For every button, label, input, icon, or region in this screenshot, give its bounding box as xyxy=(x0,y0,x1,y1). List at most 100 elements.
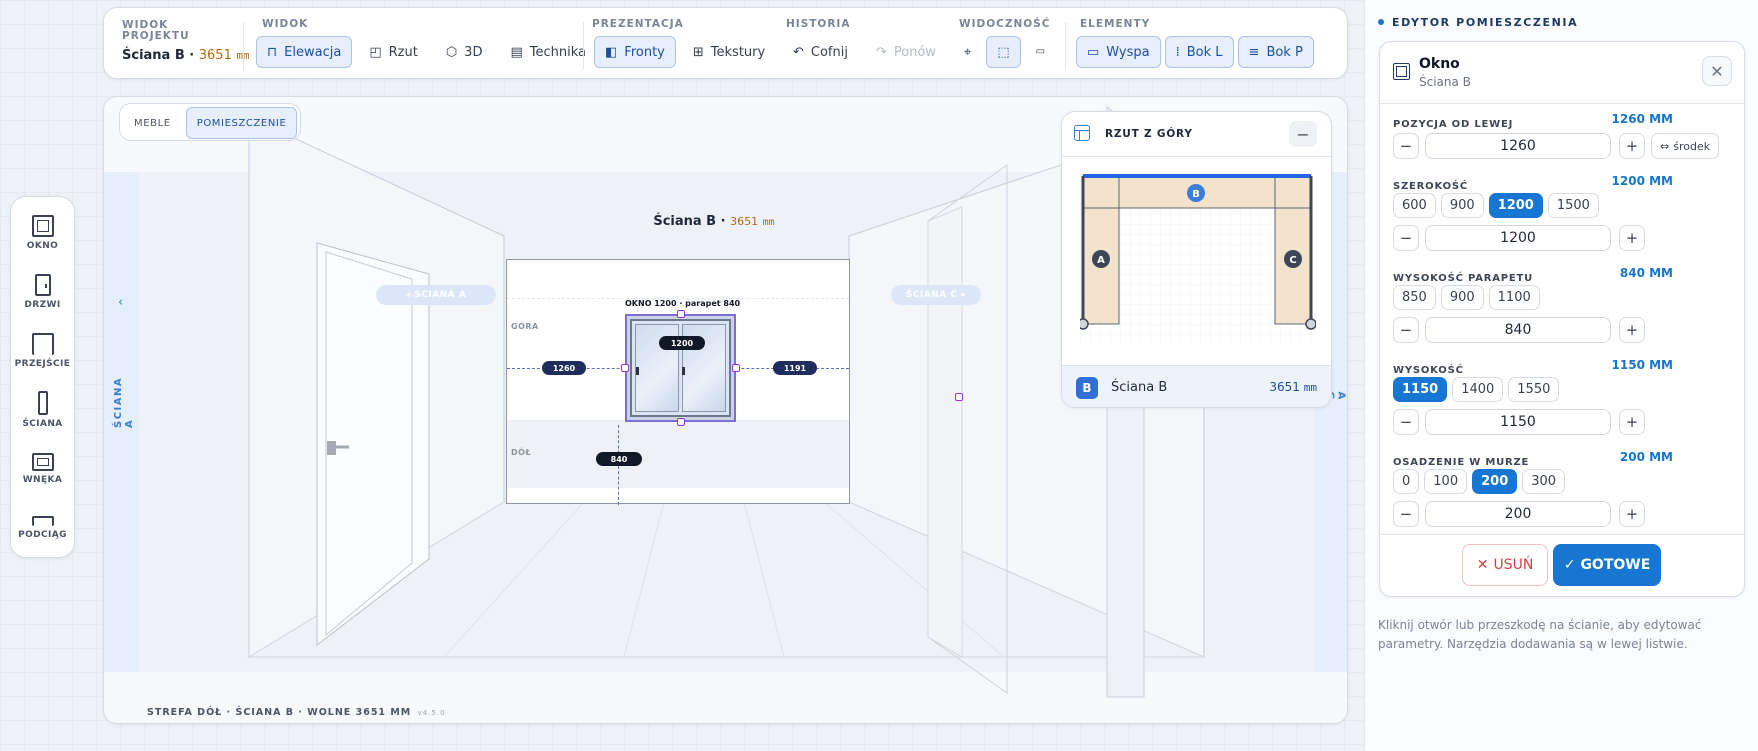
add-bok-p-button[interactable]: ≡ Bok P xyxy=(1237,36,1314,68)
undo-button[interactable]: ↶ Cofnij xyxy=(782,36,859,68)
project-length: 3651 xyxy=(198,48,232,63)
height-preset-1150[interactable]: 1150 xyxy=(1393,377,1448,402)
redo-button[interactable]: ↷ Ponów xyxy=(865,36,947,68)
width-plus-button[interactable]: + xyxy=(1619,225,1645,251)
crosshair-toggle[interactable]: ⌖ xyxy=(955,36,980,68)
depth-minus-button[interactable]: − xyxy=(1393,501,1419,527)
height-preset-1400[interactable]: 1400 xyxy=(1452,377,1504,402)
editor-panel: EDYTOR POMIESZCZENIA Okno Ściana B ✕ POZ… xyxy=(1364,0,1758,751)
field-position: POZYCJA OD LEWEJ 1260 MM xyxy=(1393,112,1673,130)
view-group: ⊓ Elewacja ◰ Rzut ⬡ 3D ▤ Technika xyxy=(256,36,597,68)
add-wall-tool[interactable]: ŚCIANA xyxy=(11,380,74,439)
add-niche-tool[interactable]: WNĘKA xyxy=(11,439,74,498)
labels-toggle[interactable]: ▭ xyxy=(1027,36,1054,68)
stray-handle[interactable] xyxy=(955,393,963,401)
nav-wall-c-button[interactable]: ŚCIANA C ▸ xyxy=(891,285,981,305)
width-input[interactable]: 1200 xyxy=(1425,225,1611,251)
sill-plus-button[interactable]: + xyxy=(1619,317,1645,343)
add-passage-tool[interactable]: PRZEJŚCIE xyxy=(11,321,74,380)
close-icon: ✕ xyxy=(1476,557,1489,573)
sill-minus-button[interactable]: − xyxy=(1393,317,1419,343)
minimap-wall-c[interactable]: C xyxy=(1289,255,1296,266)
view-3d-button[interactable]: ⬡ 3D xyxy=(435,36,494,68)
prev-wall-chevron[interactable]: ‹ xyxy=(118,295,123,310)
center-button[interactable]: ⇔ środek xyxy=(1651,133,1720,159)
section-dot-icon xyxy=(1378,19,1384,25)
height-preset-1550[interactable]: 1550 xyxy=(1508,377,1560,402)
sill-preset-1100[interactable]: 1100 xyxy=(1488,285,1540,310)
width-preset-1200[interactable]: 1200 xyxy=(1488,193,1543,218)
widok-title: WIDOK xyxy=(262,18,309,30)
height-input[interactable]: 1150 xyxy=(1425,409,1611,435)
window-label: OKNO 1200 · parapet 840 xyxy=(625,299,741,308)
width-preset-900[interactable]: 900 xyxy=(1440,193,1484,218)
minimap-plan[interactable]: B A C xyxy=(1080,174,1316,344)
history-group: ↶ Cofnij ↷ Ponów xyxy=(782,36,947,68)
add-bok-l-button[interactable]: ⁞ Bok L xyxy=(1164,36,1234,68)
resize-handle-bottom[interactable] xyxy=(677,418,685,426)
nav-wall-a-button[interactable]: ◂ ŚCIANA A xyxy=(376,285,496,305)
minimap-panel: RZUT Z GÓRY − B A C B Ściana B 3651 mm xyxy=(1061,111,1332,408)
grid-toggle[interactable]: ⬚ xyxy=(986,36,1021,68)
depth-preset-100[interactable]: 100 xyxy=(1424,469,1468,494)
mode-meble-button[interactable]: MEBLE xyxy=(123,107,182,139)
add-beam-tool[interactable]: PODCIĄG xyxy=(11,498,74,557)
tekstury-button[interactable]: ⊞ Tekstury xyxy=(682,36,776,68)
redo-icon: ↷ xyxy=(875,44,887,60)
editor-card: Okno Ściana B ✕ POZYCJA OD LEWEJ 1260 MM … xyxy=(1379,41,1745,597)
sill-input[interactable]: 840 xyxy=(1425,317,1611,343)
depth-preset-200[interactable]: 200 xyxy=(1472,469,1518,494)
sill-preset-900[interactable]: 900 xyxy=(1440,285,1484,310)
selected-wall-name: Ściana B xyxy=(1111,380,1168,395)
resize-handle-left[interactable] xyxy=(621,364,629,372)
divider xyxy=(1380,103,1744,104)
minimap-wall-b[interactable]: B xyxy=(1192,189,1200,200)
depth-plus-button[interactable]: + xyxy=(1619,501,1645,527)
editor-hint: Kliknij otwór lub przeszkodę na ścianie,… xyxy=(1378,618,1702,651)
position-input[interactable]: 1260 xyxy=(1425,133,1611,159)
position-minus-button[interactable]: − xyxy=(1393,133,1419,159)
fronty-button[interactable]: ◧ Fronty xyxy=(594,36,676,68)
minimap-collapse-button[interactable]: − xyxy=(1289,121,1317,147)
close-editor-button[interactable]: ✕ xyxy=(1702,56,1732,86)
window-opening[interactable] xyxy=(625,314,736,422)
resize-handle-right[interactable] xyxy=(732,364,740,372)
presentation-group: ◧ Fronty ⊞ Tekstury xyxy=(594,36,776,68)
document-icon: ▤ xyxy=(510,44,523,60)
cube-icon: ⬡ xyxy=(445,44,458,60)
check-icon: ✓ xyxy=(1563,557,1576,573)
height-presets: 1150 1400 1550 xyxy=(1393,377,1564,402)
resize-handle-top[interactable] xyxy=(677,310,685,318)
side-label-left[interactable]: ŚCIANA A xyxy=(113,368,135,428)
add-door-tool[interactable]: DRZWI xyxy=(11,262,74,321)
width-minus-button[interactable]: − xyxy=(1393,225,1419,251)
width-preset-1500[interactable]: 1500 xyxy=(1547,193,1599,218)
add-window-tool[interactable]: OKNO xyxy=(11,203,74,262)
depth-input[interactable]: 200 xyxy=(1425,501,1611,527)
height-minus-button[interactable]: − xyxy=(1393,409,1419,435)
height-plus-button[interactable]: + xyxy=(1619,409,1645,435)
divider xyxy=(1065,22,1066,70)
width-preset-600[interactable]: 600 xyxy=(1393,193,1436,218)
delete-button[interactable]: ✕ USUŃ xyxy=(1462,544,1548,586)
done-button[interactable]: ✓ GOTOWE xyxy=(1553,544,1661,586)
sill-preset-850[interactable]: 850 xyxy=(1393,285,1436,310)
depth-preset-0[interactable]: 0 xyxy=(1393,469,1420,494)
wall-elevation[interactable]: GÓRA DÓŁ OKNO 1200 · parapet 840 1200 12… xyxy=(506,259,850,505)
view-rzut-button[interactable]: ◰ Rzut xyxy=(358,36,429,68)
elevation-icon: ⊓ xyxy=(267,44,278,60)
passage-icon xyxy=(31,332,54,355)
window-handle-icon xyxy=(682,367,685,375)
mode-pomieszczenie-button[interactable]: POMIESZCZENIE xyxy=(185,107,298,139)
minimap-selected-row[interactable]: B Ściana B 3651 mm xyxy=(1062,365,1331,407)
dim-width-badge: 1200 xyxy=(659,336,705,350)
add-wyspa-button[interactable]: ▭ Wyspa xyxy=(1076,36,1161,68)
elements-group: ▭ Wyspa ⁞ Bok L ≡ Bok P xyxy=(1076,36,1314,68)
minimap-wall-a[interactable]: A xyxy=(1097,255,1105,266)
field-height: WYSOKOŚĆ 1150 MM xyxy=(1393,358,1673,376)
window-handle-icon xyxy=(636,367,639,375)
dim-sill-badge: 840 xyxy=(596,452,642,466)
depth-preset-300[interactable]: 300 xyxy=(1522,469,1566,494)
view-elewacja-button[interactable]: ⊓ Elewacja xyxy=(256,36,353,68)
position-plus-button[interactable]: + xyxy=(1619,133,1645,159)
